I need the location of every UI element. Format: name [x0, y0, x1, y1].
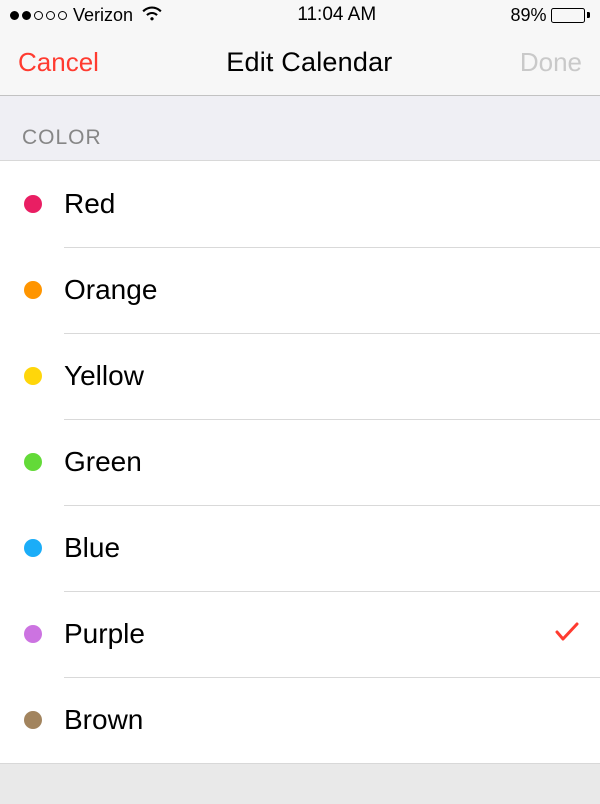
- color-swatch-icon: [24, 281, 42, 299]
- color-label: Orange: [64, 274, 580, 306]
- color-swatch-icon: [24, 539, 42, 557]
- cancel-button[interactable]: Cancel: [18, 47, 99, 78]
- color-label: Green: [64, 446, 580, 478]
- page-title: Edit Calendar: [226, 47, 392, 78]
- color-label: Purple: [64, 618, 554, 650]
- battery-icon: [551, 8, 590, 23]
- color-swatch-icon: [24, 711, 42, 729]
- color-row-red[interactable]: Red: [0, 161, 600, 247]
- status-time: 11:04 AM: [297, 4, 376, 26]
- color-label: Brown: [64, 704, 580, 736]
- color-label: Red: [64, 188, 580, 220]
- color-swatch-icon: [24, 625, 42, 643]
- signal-strength-icon: [10, 11, 67, 20]
- battery-percent: 89%: [510, 5, 546, 26]
- color-row-yellow[interactable]: Yellow: [0, 333, 600, 419]
- color-list: Red Orange Yellow Green Blue Purple Brow…: [0, 160, 600, 764]
- status-left: Verizon: [10, 5, 163, 26]
- color-row-orange[interactable]: Orange: [0, 247, 600, 333]
- color-swatch-icon: [24, 195, 42, 213]
- status-bar: Verizon 11:04 AM 89%: [0, 0, 600, 30]
- wifi-icon: [141, 5, 163, 26]
- nav-bar: Cancel Edit Calendar Done: [0, 30, 600, 96]
- color-swatch-icon: [24, 453, 42, 471]
- color-row-brown[interactable]: Brown: [0, 677, 600, 763]
- color-row-blue[interactable]: Blue: [0, 505, 600, 591]
- color-label: Yellow: [64, 360, 580, 392]
- section-header-color: COLOR: [0, 96, 600, 160]
- checkmark-icon: [554, 621, 580, 648]
- color-row-green[interactable]: Green: [0, 419, 600, 505]
- color-row-purple[interactable]: Purple: [0, 591, 600, 677]
- carrier-label: Verizon: [73, 5, 133, 26]
- color-label: Blue: [64, 532, 580, 564]
- done-button[interactable]: Done: [520, 47, 582, 78]
- status-right: 89%: [510, 5, 590, 26]
- color-swatch-icon: [24, 367, 42, 385]
